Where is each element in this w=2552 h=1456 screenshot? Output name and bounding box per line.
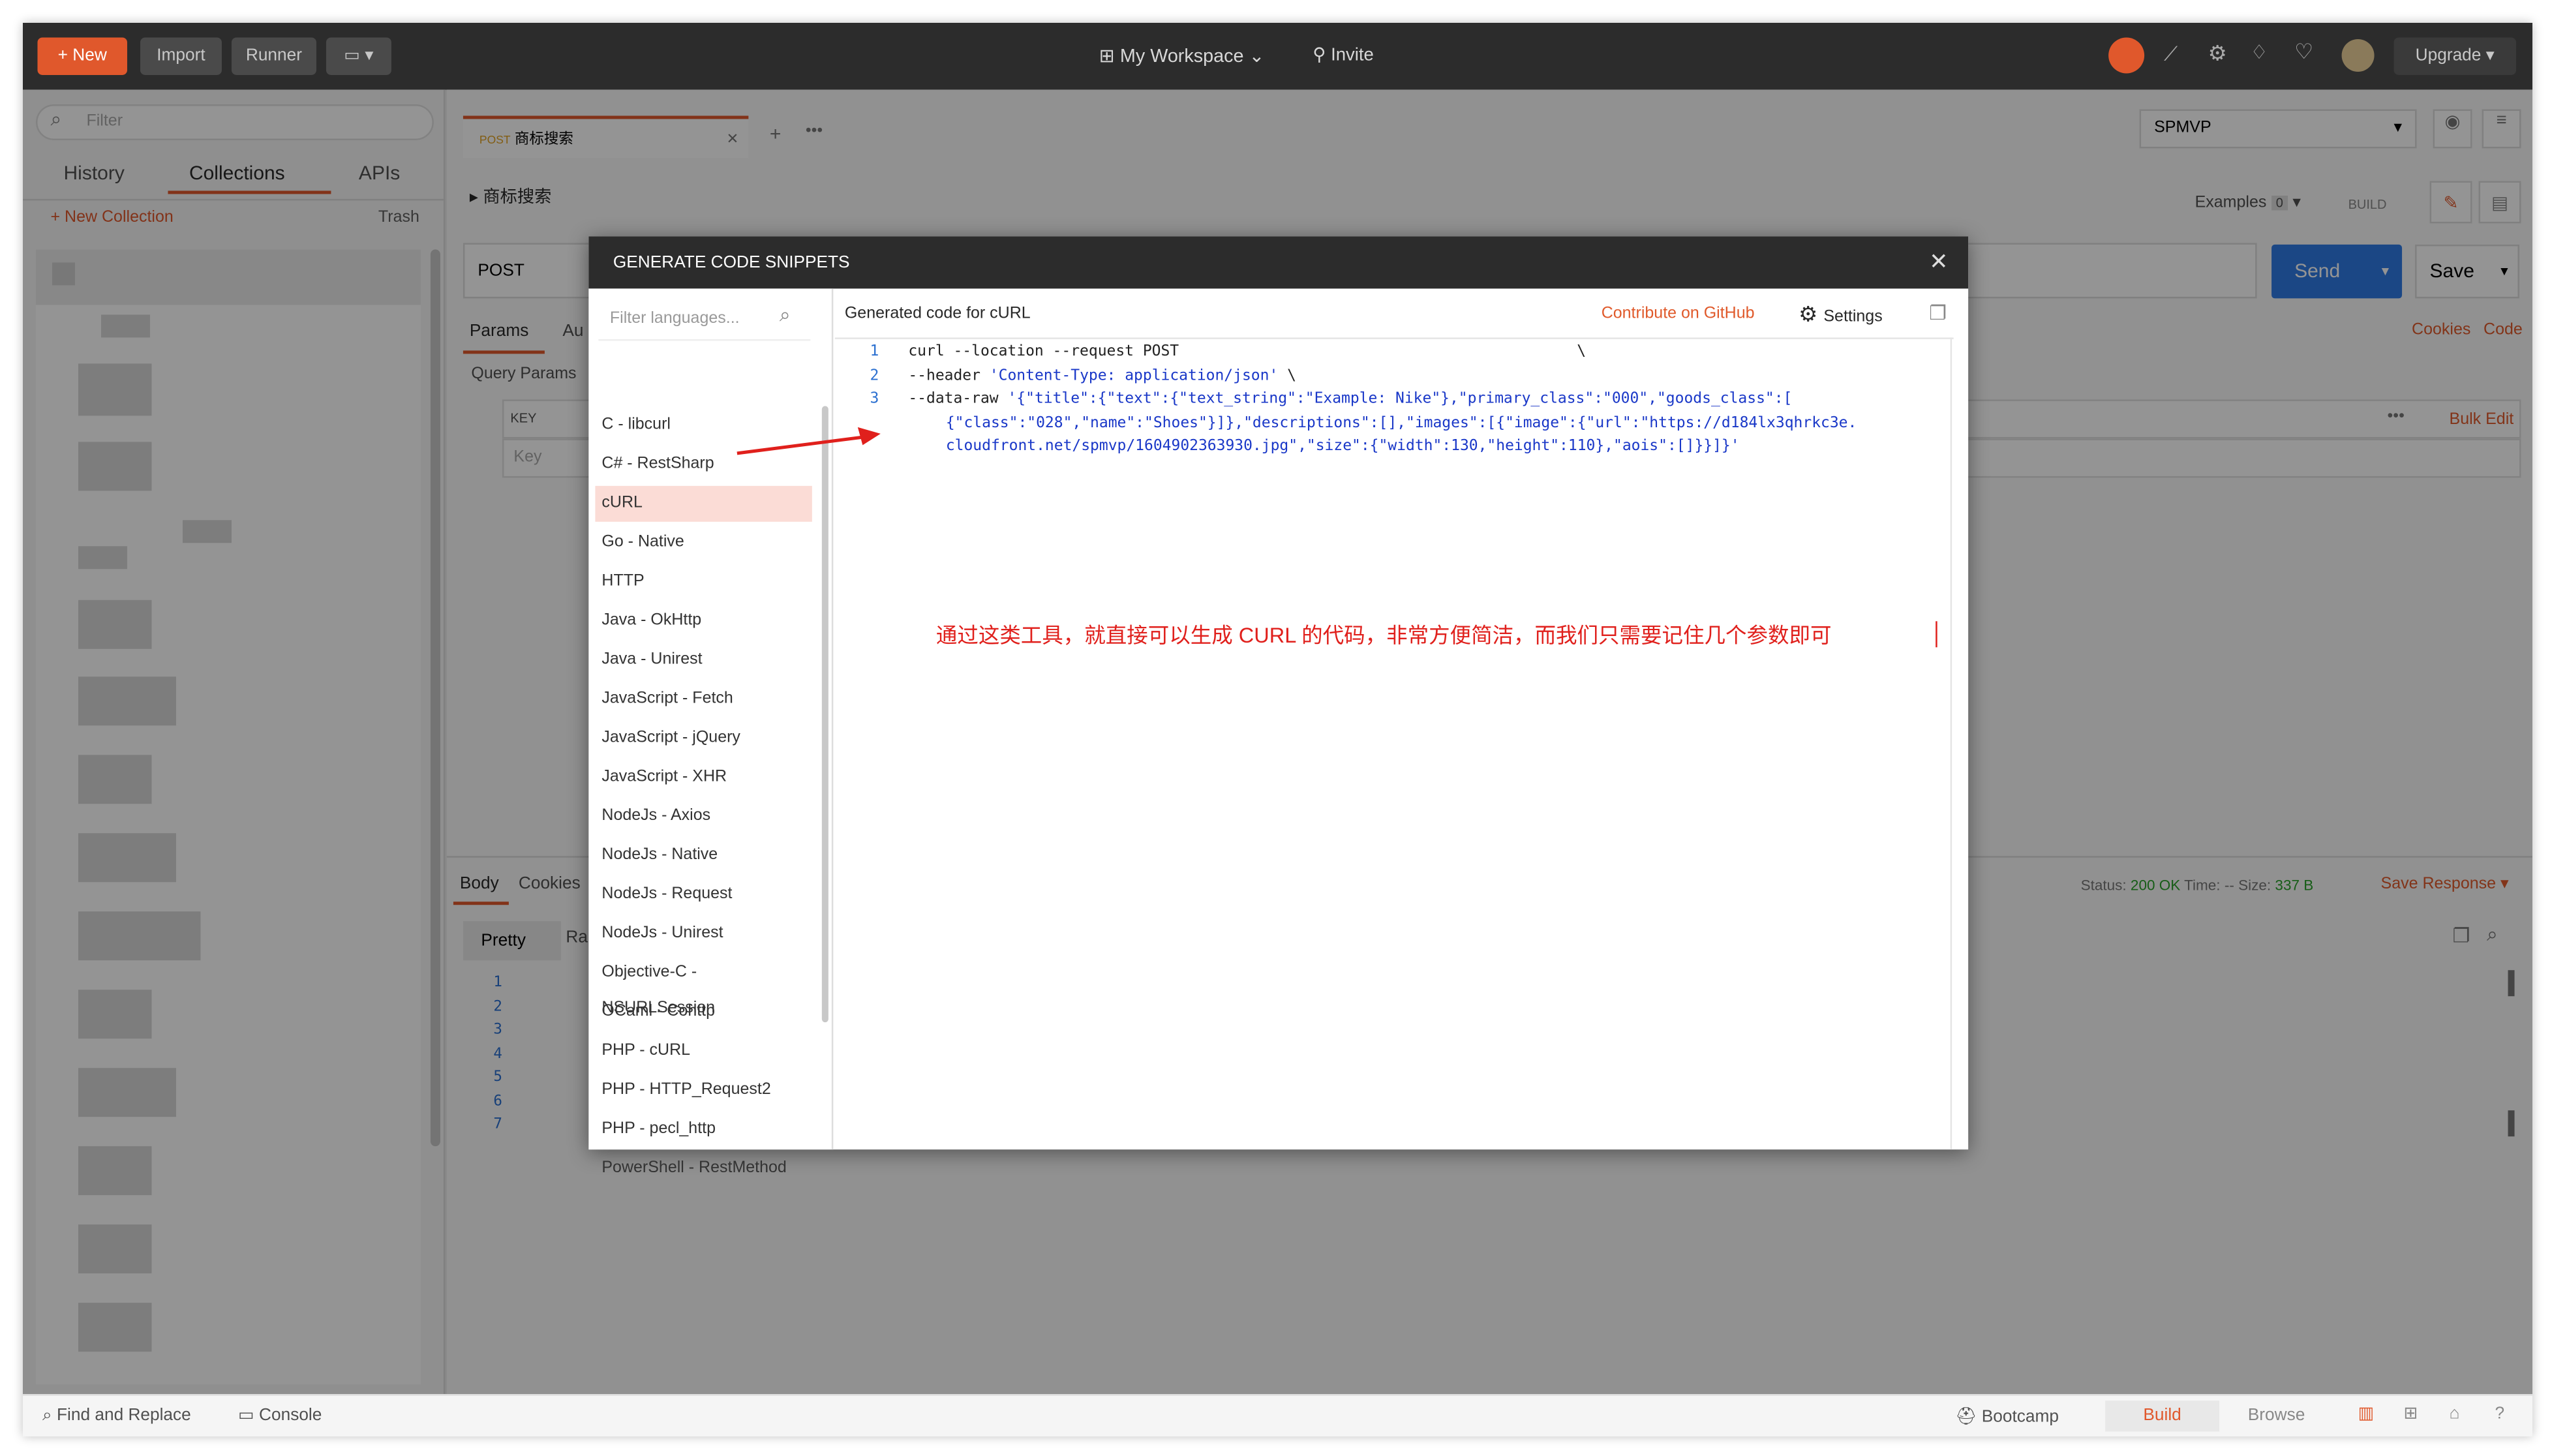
code-line: curl --location --request POST <box>908 342 1179 361</box>
language-item[interactable]: Objective-C - NSURLSession <box>595 956 812 1017</box>
avatar[interactable] <box>2341 38 2375 72</box>
language-item[interactable]: NodeJs - Unirest <box>595 917 812 952</box>
window-icon: ▭ ▾ <box>344 45 374 65</box>
language-panel: Filter languages... ⌕ C - libcurl C# - Re… <box>588 288 834 1177</box>
import-button[interactable]: Import <box>140 37 222 75</box>
satellite-icon[interactable]: ⟋ <box>2164 42 2178 67</box>
divider <box>834 337 1954 339</box>
code-line-wrap: {"class":"028","name":"Shoes"}]},"descri… <box>945 413 1857 432</box>
gear-icon: ⚙ <box>1799 301 1824 326</box>
language-item[interactable]: NodeJs - Native <box>595 838 812 874</box>
arrow-head <box>857 427 881 446</box>
settings-button[interactable]: ⚙ Settings <box>1799 301 1883 327</box>
language-item[interactable]: JavaScript - jQuery <box>595 721 812 757</box>
two-pane-icon[interactable]: ▥ <box>2358 1404 2375 1423</box>
language-scrollbar[interactable] <box>821 406 828 1023</box>
language-item[interactable]: PowerShell - RestMethod <box>595 1151 812 1187</box>
language-item[interactable]: NodeJs - Request <box>595 877 812 913</box>
bootcamp-icon[interactable]: ⌂ <box>2450 1404 2460 1423</box>
language-item[interactable]: HTTP <box>595 564 812 600</box>
annotation-text: 通过这类工具，就直接可以生成 CURL 的代码，非常方便简洁，而我们只需要记住几… <box>935 622 1832 648</box>
code-line: --header 'Content-Type: application/json… <box>908 366 1296 384</box>
build-toggle[interactable]: Build <box>2105 1401 2220 1432</box>
workspace-selector[interactable]: ⊞ My Workspace ⌄ <box>1099 44 1265 67</box>
language-item[interactable]: PHP - cURL <box>595 1034 812 1070</box>
bell-icon[interactable]: ♢ <box>2251 40 2268 63</box>
line-number: 3 <box>870 389 879 408</box>
search-icon: ⌕ <box>42 1405 57 1425</box>
new-window-button[interactable]: ▭ ▾ <box>326 37 391 75</box>
runner-button[interactable]: Runner <box>231 37 316 75</box>
search-icon: ⌕ <box>779 303 791 326</box>
status-bar: ⌕ Find and Replace ▭ Console ⛑ Bootcamp … <box>22 1394 2533 1437</box>
language-item[interactable]: Java - OkHttp <box>595 603 812 639</box>
code-line-wrap: cloudfront.net/spmvp/1604902363930.jpg",… <box>945 436 1740 455</box>
language-item[interactable]: NodeJs - Axios <box>595 799 812 835</box>
modal-title: GENERATE CODE SNIPPETS <box>588 236 1969 289</box>
language-item[interactable]: PHP - pecl_http <box>595 1112 812 1148</box>
text-cursor <box>1936 621 1937 648</box>
new-button[interactable]: + New <box>37 37 127 75</box>
bootcamp-button[interactable]: ⛑ Bootcamp <box>1955 1406 2059 1427</box>
language-item[interactable]: Java - Unirest <box>595 643 812 678</box>
language-item[interactable]: PHP - HTTP_Request2 <box>595 1073 812 1109</box>
language-item[interactable]: OCaml - Cohttp <box>595 995 812 1031</box>
language-filter-input[interactable]: Filter languages... <box>598 298 811 341</box>
console-button[interactable]: ▭ Console <box>238 1406 322 1425</box>
language-item[interactable]: JavaScript - XHR <box>595 760 812 796</box>
language-item[interactable]: cURL <box>595 485 812 522</box>
copy-icon[interactable]: ❐ <box>1929 301 1947 324</box>
person-icon: ⚲ <box>1313 45 1331 65</box>
gear-icon[interactable]: ⚙ <box>2208 40 2227 67</box>
invite-button[interactable]: ⚲ Invite <box>1313 44 1374 65</box>
contribute-github-link[interactable]: Contribute on GitHub <box>1602 305 1755 322</box>
bootcamp-icon: ⛑ <box>1955 1407 1982 1427</box>
chevron-down-icon: ⌄ <box>1243 47 1265 67</box>
sync-icon[interactable] <box>2108 37 2145 74</box>
help-icon[interactable]: ? <box>2495 1404 2505 1423</box>
generated-for-label: Generated code for cURL <box>844 305 1031 323</box>
divider <box>1950 337 1952 1150</box>
heart-icon[interactable]: ♡ <box>2294 39 2313 65</box>
generate-code-modal: GENERATE CODE SNIPPETS ✕ Filter language… <box>588 236 1969 1177</box>
line-number: 2 <box>870 366 879 384</box>
arrow-shaft <box>737 435 865 455</box>
annotation-arrow <box>737 427 881 455</box>
console-icon: ▭ <box>237 1405 260 1425</box>
grid-icon: ⊞ <box>1099 47 1120 67</box>
language-item[interactable]: Go - Native <box>595 525 812 561</box>
code-line: --data-raw '{"title":{"text":{"text_stri… <box>908 389 1793 408</box>
browse-toggle[interactable]: Browse <box>2219 1401 2333 1431</box>
upgrade-button[interactable]: Upgrade ▾ <box>2393 37 2517 75</box>
language-item[interactable]: JavaScript - Fetch <box>595 682 812 718</box>
top-bar: + New Import Runner ▭ ▾ ⊞ My Workspace ⌄… <box>22 22 2533 90</box>
layout-icon[interactable]: ⊞ <box>2404 1404 2418 1423</box>
chevron-down-icon: ▾ <box>2481 45 2495 65</box>
plus-icon: + <box>57 45 73 65</box>
code-line-continuation: \ <box>1577 342 1587 361</box>
close-icon[interactable]: ✕ <box>1929 248 1948 275</box>
find-replace-button[interactable]: ⌕ Find and Replace <box>42 1406 191 1427</box>
line-number: 1 <box>870 342 879 361</box>
